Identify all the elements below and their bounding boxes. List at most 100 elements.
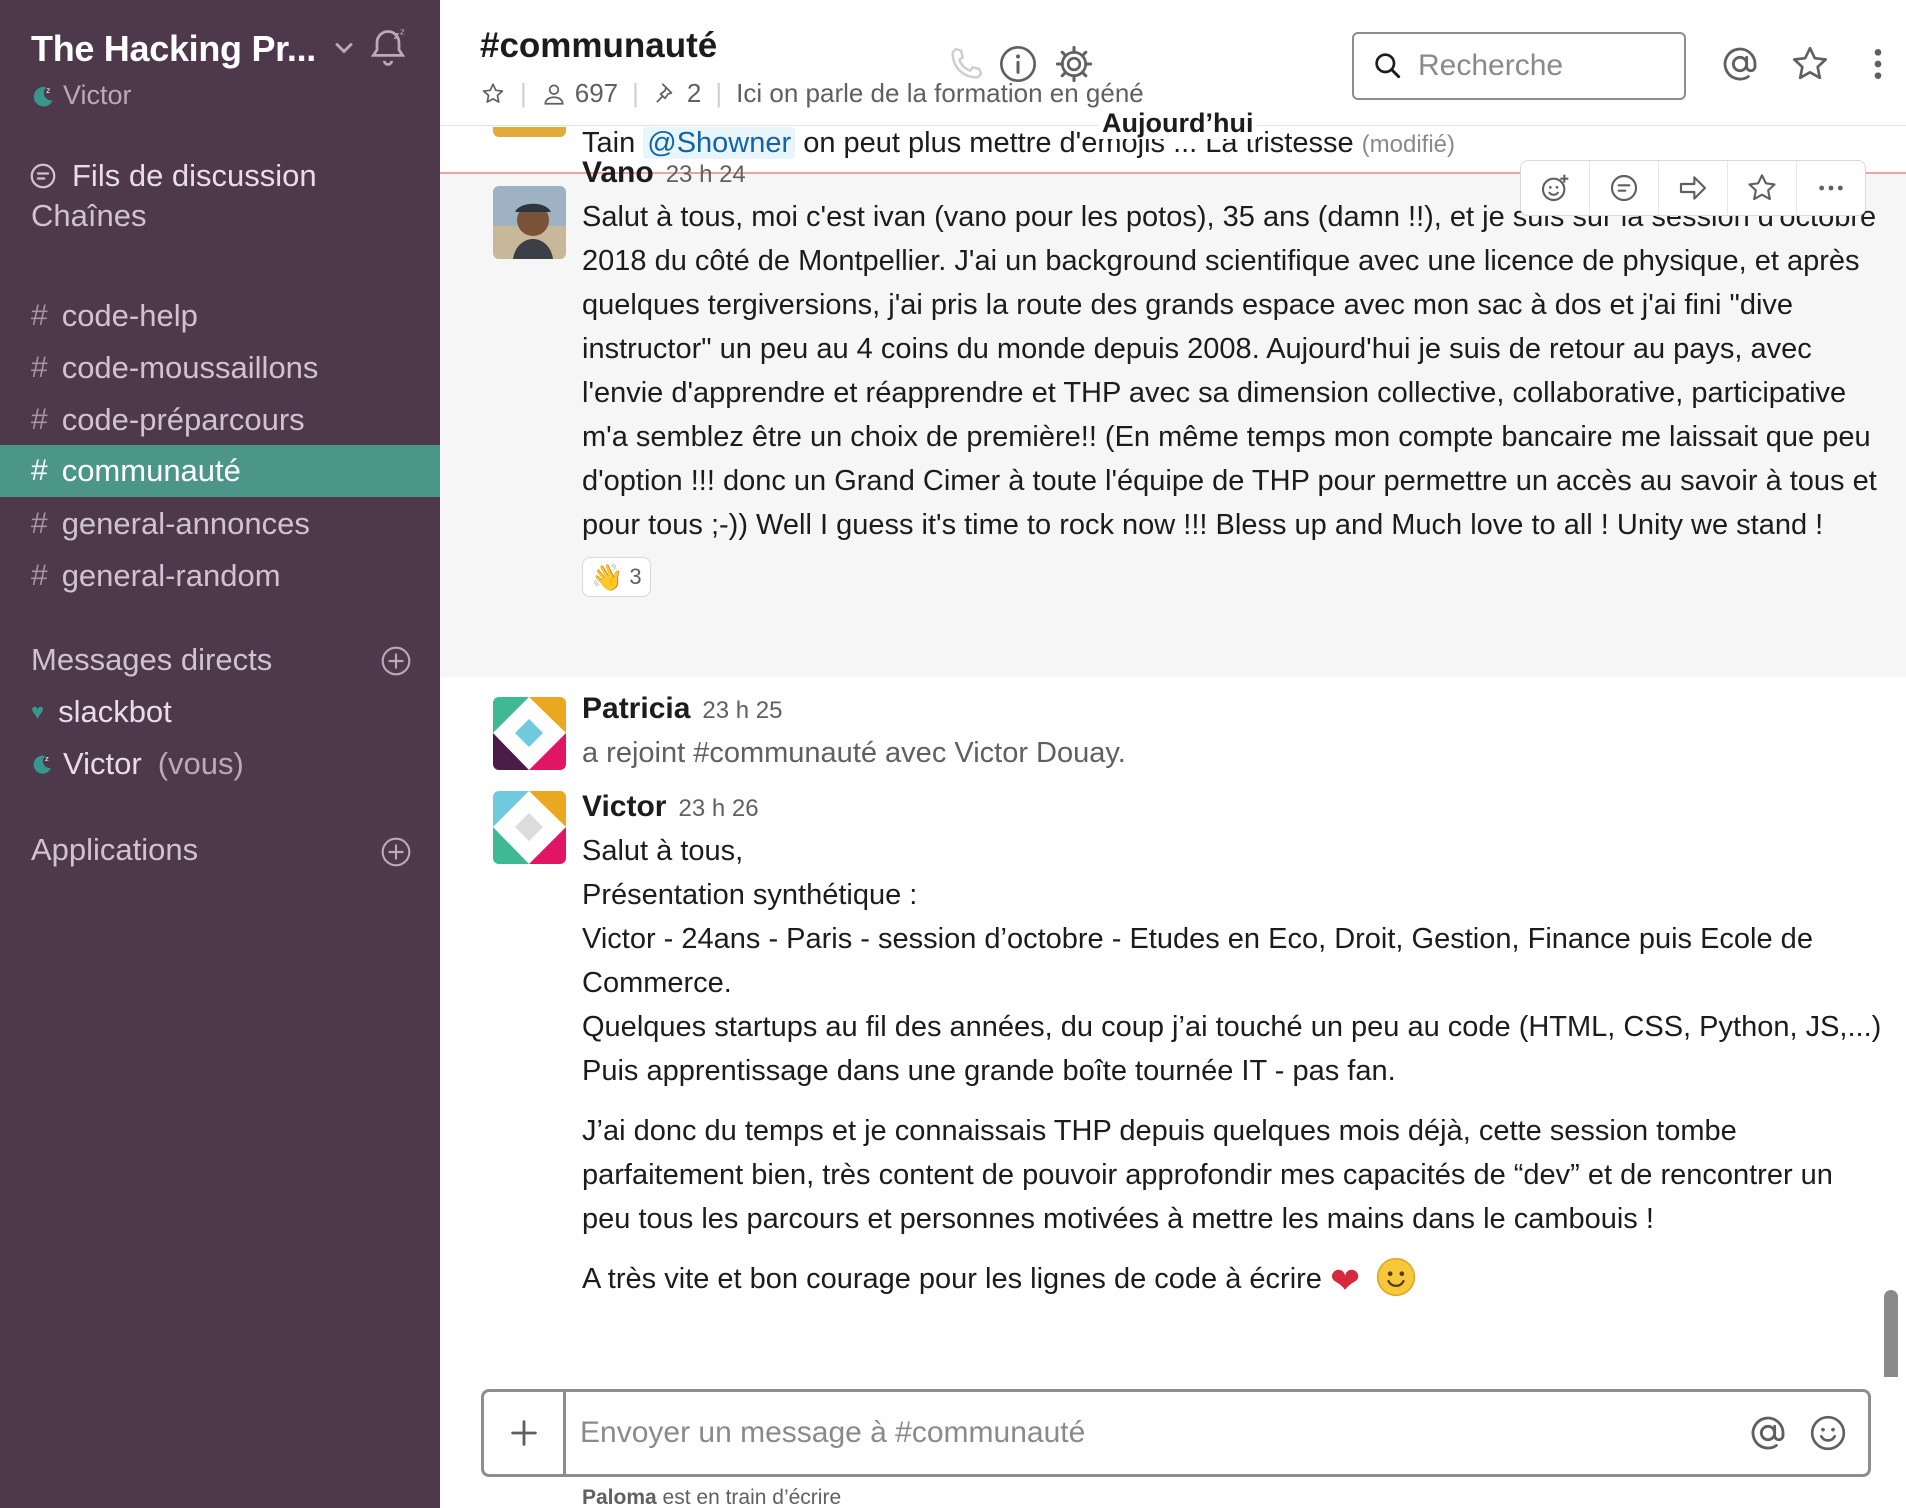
message-actions-toolbar <box>1520 160 1866 216</box>
starred-items-icon[interactable] <box>1790 44 1830 84</box>
avatar[interactable] <box>493 697 566 770</box>
apps-section-title[interactable]: Applications <box>31 832 198 868</box>
message-text: A très vite et bon courage pour les lign… <box>582 1263 1322 1295</box>
message-text: Salut à tous, moi c'est ivan (vano pour … <box>582 201 1877 541</box>
svg-text:z: z <box>400 26 405 37</box>
message-line: Présentation synthétique : <box>582 879 918 911</box>
current-user[interactable]: z Victor <box>31 80 132 111</box>
channels-section-title[interactable]: Chaînes <box>31 198 146 234</box>
hash-icon: # <box>31 507 48 540</box>
svg-text:z: z <box>46 85 50 94</box>
channel-meta: | 697 | 2 | Ici on parle de la formation… <box>480 78 1144 109</box>
scrollbar-thumb[interactable] <box>1884 1290 1898 1377</box>
more-horizontal-icon <box>1819 185 1843 191</box>
message-timestamp[interactable]: 23 h 26 <box>678 789 758 829</box>
avatar[interactable] <box>493 127 566 137</box>
channel-name: code-help <box>61 298 198 333</box>
channel-name: code-préparcours <box>61 402 305 437</box>
smile-emoji-icon <box>1377 1257 1416 1297</box>
channel-name: general-annonces <box>61 506 310 541</box>
mention-icon[interactable] <box>1748 1413 1788 1453</box>
share-icon <box>1679 176 1707 200</box>
message-line: Quelques startups au fil des années, du … <box>582 1011 1882 1043</box>
sidebar-channel-communaute[interactable]: # communauté <box>0 445 440 497</box>
member-icon[interactable] <box>541 81 567 107</box>
vano-avatar-image <box>493 186 566 259</box>
add-reaction-button[interactable] <box>1521 161 1590 215</box>
search-icon <box>1375 53 1401 79</box>
search-input[interactable] <box>1418 49 1678 83</box>
save-message-button[interactable] <box>1728 161 1797 215</box>
more-actions-button[interactable] <box>1797 161 1865 215</box>
dm-section-title[interactable]: Messages directs <box>31 642 272 678</box>
hash-icon: # <box>31 403 48 436</box>
add-dm-icon[interactable] <box>380 645 412 677</box>
message-line: Salut à tous, <box>582 835 744 867</box>
start-thread-button[interactable] <box>1590 161 1659 215</box>
channel-name: communauté <box>61 453 241 488</box>
heart-icon: ♥ <box>31 699 45 724</box>
add-app-icon[interactable] <box>380 836 412 868</box>
phone-icon[interactable] <box>946 44 986 84</box>
hash-icon: # <box>31 351 48 384</box>
message-patricia: Patricia 23 h 25 a rejoint #communauté a… <box>582 689 1882 775</box>
dm-name: slackbot <box>58 694 172 729</box>
sidebar-channel-general-annonces[interactable]: # general-annonces <box>0 498 440 550</box>
threads-link[interactable]: Fils de discussion <box>28 158 317 194</box>
pin-count[interactable]: 2 <box>687 78 701 109</box>
sidebar-channel-code-moussaillons[interactable]: # code-moussaillons <box>0 342 440 394</box>
avatar[interactable] <box>493 186 566 259</box>
threads-icon <box>30 163 56 189</box>
attach-button[interactable] <box>484 1392 566 1474</box>
share-message-button[interactable] <box>1659 161 1728 215</box>
message-composer <box>481 1389 1871 1477</box>
hash-icon: # <box>31 299 48 332</box>
patricia-avatar-image <box>493 697 566 770</box>
channel-name: general-random <box>61 558 281 593</box>
message-list[interactable]: Tain @Showner on peut plus mettre d'emoj… <box>440 127 1906 1377</box>
victor-avatar-image <box>493 791 566 864</box>
message-timestamp[interactable]: 23 h 24 <box>666 155 746 195</box>
sidebar-channel-general-random[interactable]: # general-random <box>0 550 440 602</box>
mention-icon[interactable] <box>1720 44 1760 84</box>
message-input[interactable] <box>566 1416 1748 1450</box>
more-vertical-icon[interactable] <box>1858 44 1898 84</box>
search-box[interactable] <box>1352 32 1686 100</box>
chevron-down-icon[interactable] <box>330 34 358 62</box>
message-line: Victor - 24ans - Paris - session d’octob… <box>582 923 1813 999</box>
avatar[interactable] <box>493 791 566 864</box>
info-icon[interactable] <box>998 44 1038 84</box>
sidebar-channel-code-preparcours[interactable]: # code-préparcours <box>0 394 440 446</box>
message-paragraph: J’ai donc du temps et je connaissais THP… <box>582 1115 1833 1235</box>
message-timestamp[interactable]: 23 h 25 <box>702 691 782 731</box>
current-user-name: Victor <box>63 80 132 110</box>
add-reaction-icon <box>1541 174 1569 202</box>
meta-separator: | <box>715 78 723 108</box>
message-author[interactable]: Vano <box>582 153 654 193</box>
workspace-name[interactable]: The Hacking Pr... <box>31 28 316 70</box>
sidebar-channel-code-help[interactable]: # code-help <box>0 290 440 342</box>
message-author[interactable]: Victor <box>582 787 666 827</box>
message-author[interactable]: Patricia <box>582 689 690 729</box>
channel-name: code-moussaillons <box>61 350 319 385</box>
snooze-bell-icon[interactable]: zz <box>366 26 410 70</box>
save-icon <box>1748 174 1776 201</box>
reaction-pill[interactable]: 👋 3 <box>582 557 651 597</box>
message-victor: Victor 23 h 26 Salut à tous, Présentatio… <box>582 787 1882 1303</box>
channel-title[interactable]: #communauté <box>480 26 717 66</box>
reaction-count: 3 <box>629 564 642 589</box>
member-count[interactable]: 697 <box>575 78 618 109</box>
gear-icon[interactable] <box>1054 44 1094 84</box>
hash-icon: # <box>31 559 48 592</box>
sidebar: The Hacking Pr... zz z Victor Fils de di… <box>0 0 440 1508</box>
hash-icon: # <box>31 454 48 487</box>
emoji-icon[interactable] <box>1808 1413 1848 1453</box>
pin-icon[interactable] <box>653 81 679 107</box>
sidebar-dm-victor[interactable]: z Victor (vous) <box>0 738 440 790</box>
sidebar-dm-slackbot[interactable]: ♥ slackbot <box>0 686 440 738</box>
message-paragraph-last: A très vite et bon courage pour les lign… <box>582 1257 1882 1303</box>
star-icon[interactable] <box>480 81 506 107</box>
wave-emoji: 👋 <box>591 562 624 592</box>
date-divider-label: Aujourd’hui <box>1098 108 1258 139</box>
svg-text:z: z <box>45 755 49 763</box>
